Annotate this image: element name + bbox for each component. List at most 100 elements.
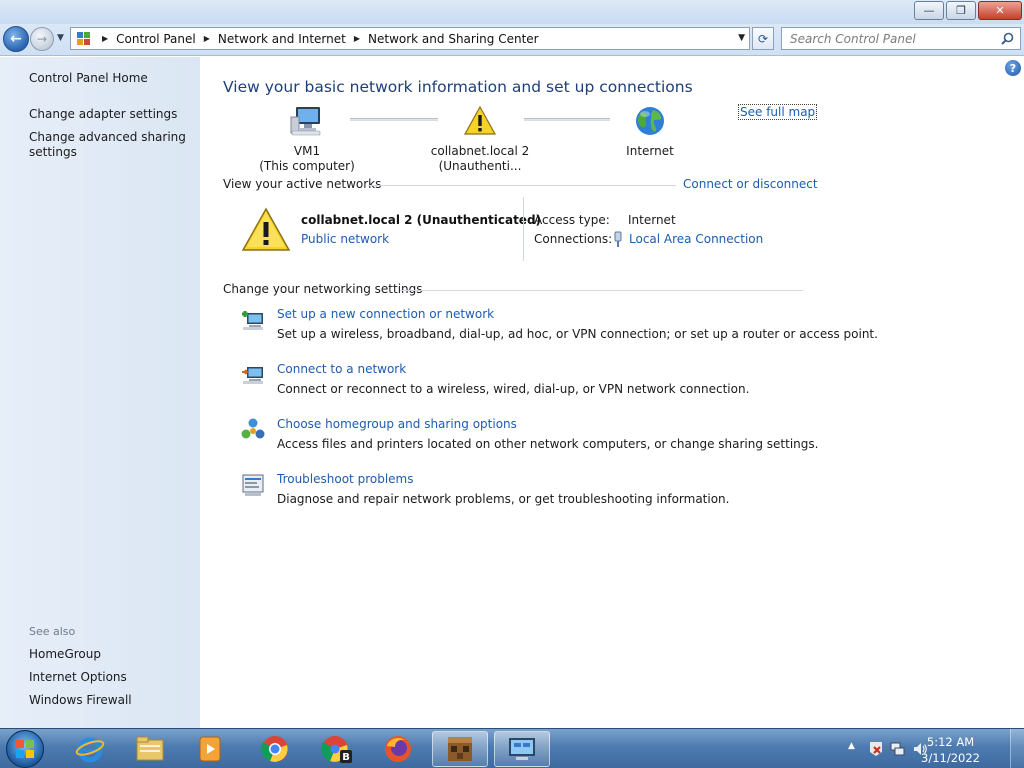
active-network-name: collabnet.local 2 (Unauthenticated)	[301, 213, 542, 227]
warning-icon	[241, 207, 291, 251]
task-homegroup: Choose homegroup and sharing options Acc…	[240, 417, 820, 457]
connect-network-description: Connect or reconnect to a wireless, wire…	[277, 382, 750, 396]
minimize-button[interactable]: —	[914, 1, 944, 20]
sidebar-item-change-adapter-settings[interactable]: Change adapter settings	[29, 107, 177, 122]
see-also-internet-options[interactable]: Internet Options	[29, 670, 127, 685]
homegroup-sharing-description: Access files and printers located on oth…	[277, 437, 819, 451]
map-connector-line	[524, 118, 610, 121]
taskbar-file-explorer[interactable]	[122, 731, 178, 767]
network-tray-icon[interactable]	[890, 741, 906, 757]
navigation-bar: ← → ▼ ▶ Control Panel ▶ Network and Inte…	[0, 24, 1024, 56]
globe-icon	[636, 107, 664, 135]
map-node-computer: VM1 (This computer)	[257, 105, 357, 174]
section-divider	[368, 185, 676, 186]
breadcrumb-control-panel[interactable]: Control Panel	[116, 32, 196, 46]
address-bar[interactable]: ▶ Control Panel ▶ Network and Internet ▶…	[70, 27, 750, 50]
taskbar-minecraft[interactable]	[432, 731, 488, 767]
taskbar-firefox[interactable]	[370, 731, 426, 767]
see-also-windows-firewall[interactable]: Windows Firewall	[29, 693, 132, 708]
see-also-homegroup[interactable]: HomeGroup	[29, 647, 101, 662]
address-dropdown-icon[interactable]: ▼	[738, 33, 745, 43]
sidebar-item-change-advanced-sharing-settings[interactable]: Change advanced sharing settings	[29, 130, 189, 160]
access-type-label: Access type:	[534, 213, 610, 227]
help-icon[interactable]: ?	[1005, 60, 1021, 76]
show-desktop-button[interactable]	[1010, 729, 1024, 768]
search-input[interactable]	[790, 31, 990, 46]
sidebar-item-control-panel-home[interactable]: Control Panel Home	[29, 71, 148, 86]
title-bar: — ❐ ✕	[0, 0, 1024, 24]
search-icon[interactable]	[1001, 32, 1014, 45]
back-button[interactable]: ←	[3, 26, 29, 52]
map-network-name: collabnet.local 2 (Unauthenti...	[430, 144, 530, 173]
taskbar: B ▲ 5:12 AM 3/11/2022	[0, 728, 1024, 768]
active-networks-heading: View your active networks	[223, 177, 382, 191]
chrome-icon	[261, 736, 288, 762]
connect-network-icon	[242, 367, 263, 384]
connections-label: Connections:	[534, 232, 613, 246]
vertical-divider	[523, 197, 524, 261]
network-control-panel-icon	[509, 738, 535, 760]
breadcrumb-separator[interactable]: ▶	[354, 34, 360, 43]
forward-button[interactable]: →	[30, 27, 54, 51]
warning-icon	[463, 105, 497, 135]
minecraft-icon	[448, 737, 472, 761]
troubleshoot-icon	[242, 474, 264, 496]
close-button[interactable]: ✕	[978, 1, 1022, 20]
new-connection-icon	[242, 311, 263, 330]
see-also-heading: See also	[29, 625, 76, 638]
breadcrumb-separator[interactable]: ▶	[102, 34, 108, 43]
control-panel-icon	[76, 31, 94, 47]
internet-label: Internet	[626, 144, 674, 158]
taskbar-media-player[interactable]	[182, 731, 238, 767]
clock-date: 3/11/2022	[921, 751, 980, 765]
setup-connection-description: Set up a wireless, broadband, dial-up, a…	[277, 327, 878, 341]
connect-or-disconnect-link[interactable]: Connect or disconnect	[683, 177, 818, 191]
see-full-map-link[interactable]: See full map	[738, 104, 818, 120]
clock-time: 5:12 AM	[926, 735, 975, 749]
homegroup-sharing-link[interactable]: Choose homegroup and sharing options	[277, 417, 517, 431]
maximize-button[interactable]: ❐	[946, 1, 976, 20]
task-setup-connection: Set up a new connection or network Set u…	[240, 307, 878, 347]
taskbar-internet-explorer[interactable]	[62, 731, 118, 767]
left-navigation-pane: Control Panel Home Change adapter settin…	[0, 57, 200, 728]
show-hidden-icons-icon[interactable]: ▲	[848, 741, 855, 751]
chrome-profile-icon: B	[321, 736, 352, 763]
troubleshoot-description: Diagnose and repair network problems, or…	[277, 492, 730, 506]
network-location-link[interactable]: Public network	[301, 232, 389, 246]
local-area-connection-link[interactable]: Local Area Connection	[629, 232, 763, 246]
task-troubleshoot: Troubleshoot problems Diagnose and repai…	[240, 472, 820, 512]
firefox-icon	[385, 736, 411, 762]
troubleshoot-link[interactable]: Troubleshoot problems	[277, 472, 413, 486]
clock[interactable]: 5:12 AM 3/11/2022	[921, 734, 980, 766]
breadcrumb-network-and-sharing-center[interactable]: Network and Sharing Center	[368, 32, 539, 46]
action-center-icon[interactable]	[868, 741, 884, 757]
section-divider	[400, 290, 803, 291]
map-node-network[interactable]: collabnet.local 2 (Unauthenti...	[390, 105, 570, 174]
system-tray: ▲ 5:12 AM 3/11/2022	[834, 729, 1024, 768]
refresh-button[interactable]: ⟳	[752, 27, 774, 50]
search-box[interactable]	[781, 27, 1021, 50]
main-content: ? View your basic network information an…	[200, 57, 1024, 728]
breadcrumb-separator[interactable]: ▶	[204, 34, 210, 43]
ethernet-icon	[614, 231, 622, 247]
svg-text:B: B	[342, 752, 350, 763]
breadcrumb-network-and-internet[interactable]: Network and Internet	[218, 32, 346, 46]
connect-network-link[interactable]: Connect to a network	[277, 362, 406, 376]
setup-connection-link[interactable]: Set up a new connection or network	[277, 307, 494, 321]
computer-subtitle: (This computer)	[259, 159, 355, 173]
taskbar-chrome[interactable]	[247, 731, 303, 767]
access-type-value: Internet	[628, 213, 676, 227]
task-connect-network: Connect to a network Connect or reconnec…	[240, 362, 820, 402]
networking-settings-heading: Change your networking settings	[223, 282, 423, 296]
map-node-internet[interactable]: Internet	[610, 105, 690, 159]
windows-logo-icon	[16, 740, 34, 758]
computer-name: VM1	[293, 144, 321, 158]
taskbar-control-panel[interactable]	[494, 731, 550, 767]
media-player-icon	[199, 736, 221, 762]
taskbar-chrome-profile[interactable]: B	[309, 731, 365, 767]
start-button[interactable]	[6, 730, 44, 768]
file-explorer-icon	[136, 736, 164, 761]
homegroup-icon	[241, 418, 265, 439]
recent-pages-dropdown[interactable]: ▼	[57, 33, 64, 43]
window-controls: — ❐ ✕	[912, 1, 1022, 20]
